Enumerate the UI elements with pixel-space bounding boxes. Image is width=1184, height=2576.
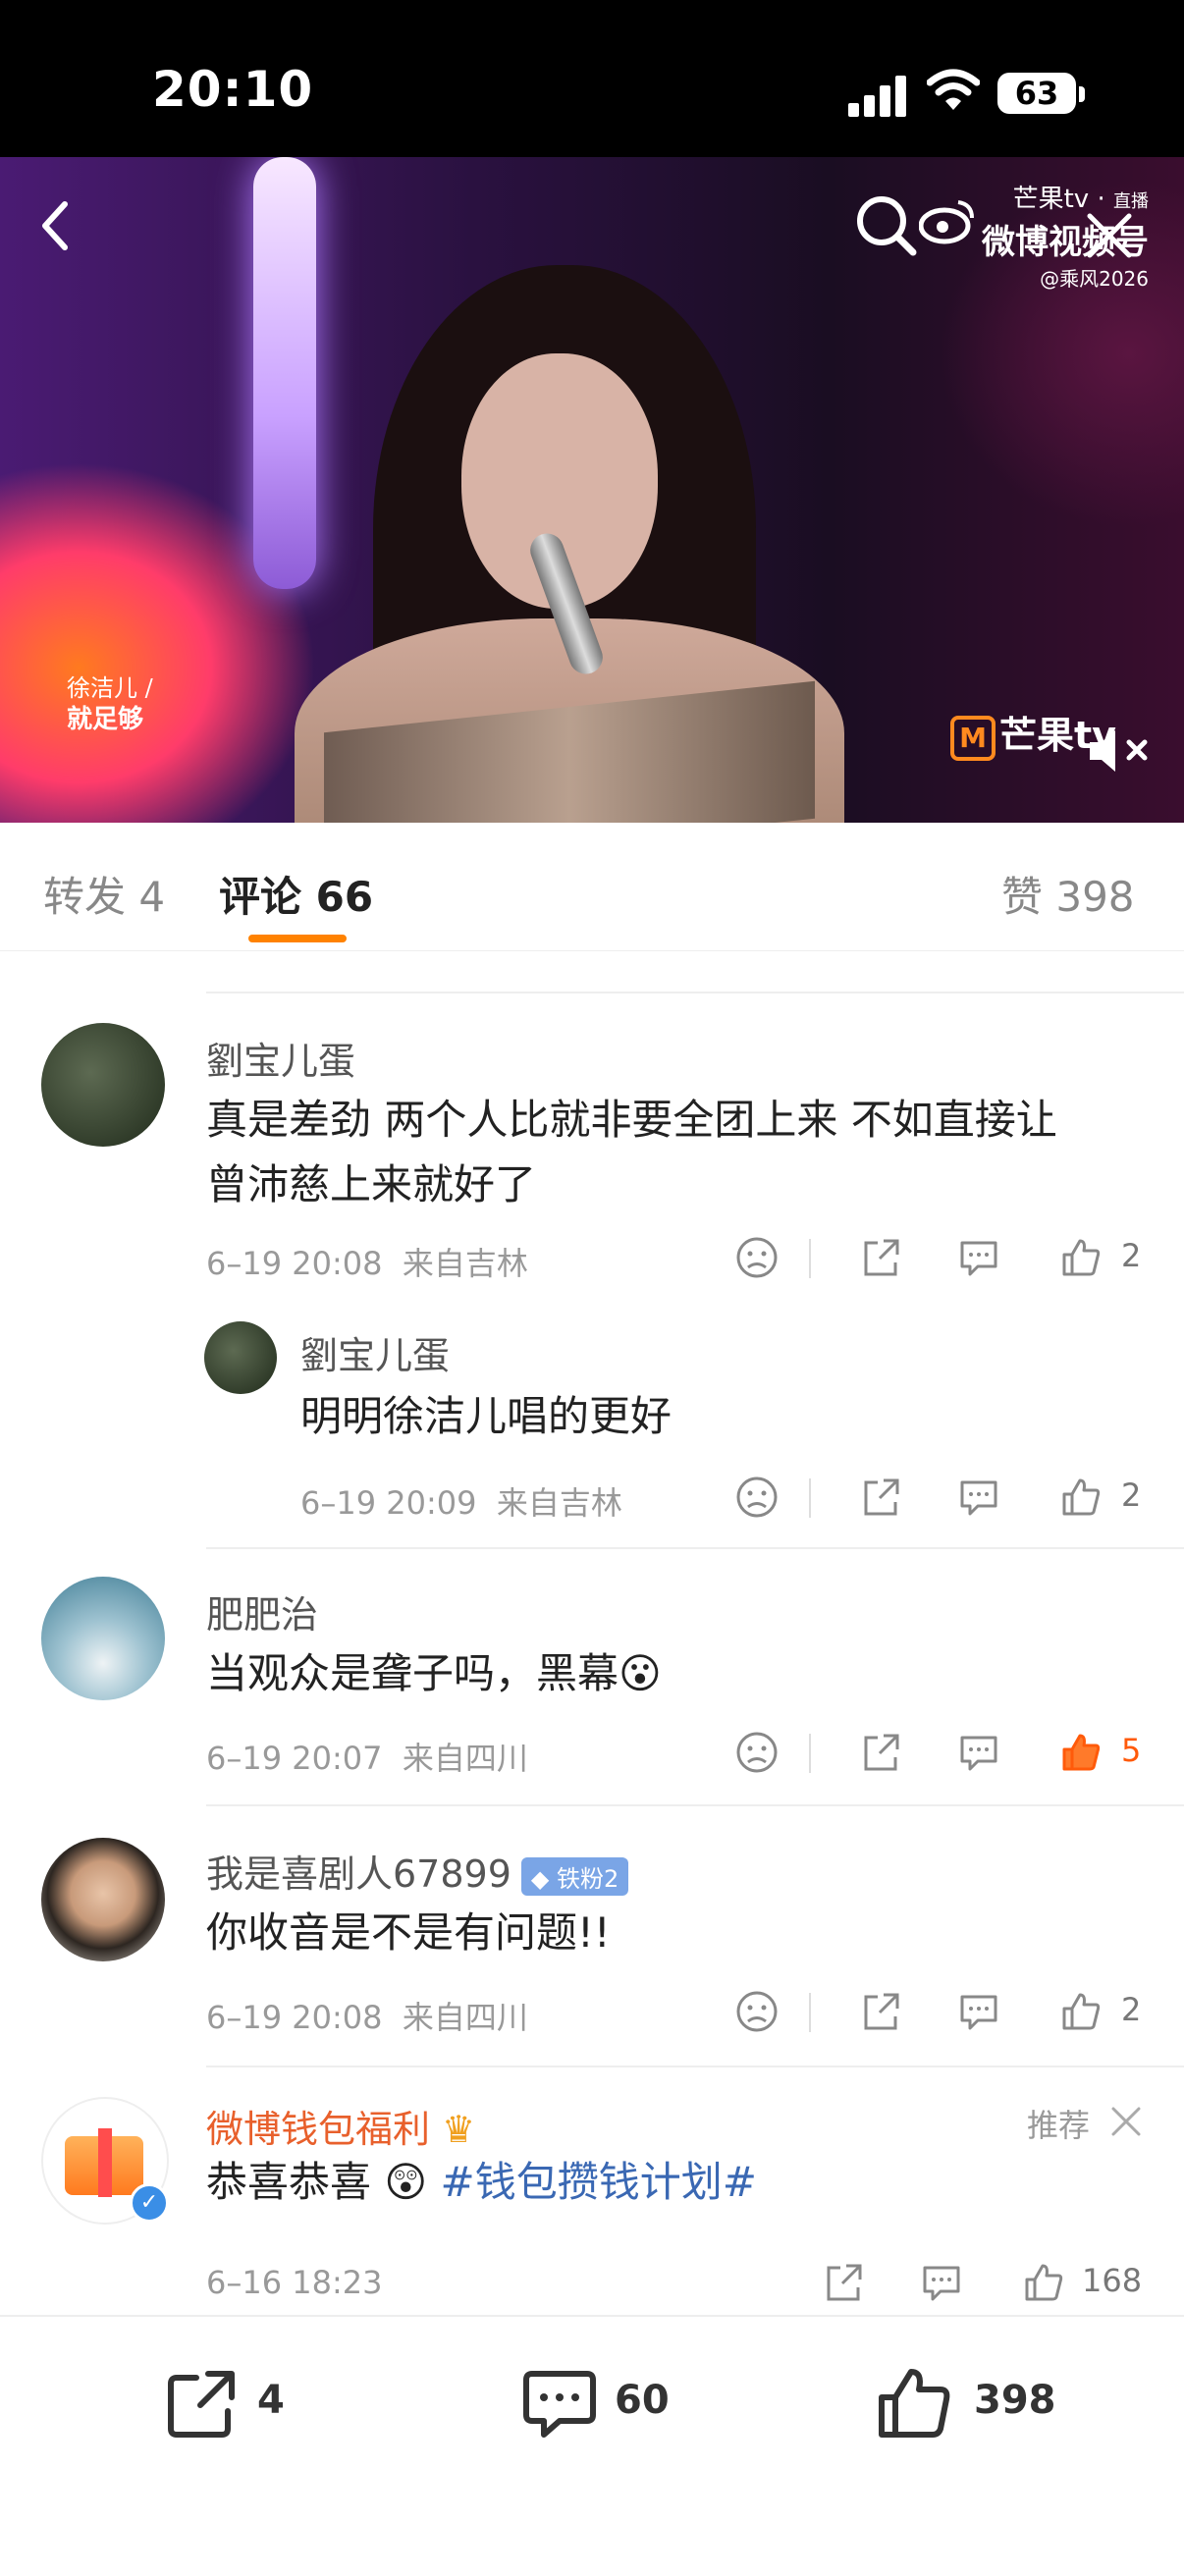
liked-icon[interactable]: [1058, 1730, 1103, 1775]
comment-meta: 6–19 20:08 来自吉林: [206, 1245, 528, 1282]
weibo-logo-icon: [919, 200, 974, 244]
comment-meta: 6–19 20:08 来自四川: [206, 1999, 528, 2036]
like-count: 2: [1121, 1476, 1142, 1514]
comment-username[interactable]: 肥肥治: [206, 1584, 318, 1638]
repost-button[interactable]: 4: [163, 2364, 320, 2442]
like-icon[interactable]: [1058, 1235, 1103, 1280]
comment-text: 当观众是聋子吗，黑幕😮: [206, 1649, 662, 1697]
like-icon[interactable]: [1058, 1989, 1103, 2034]
divider: [206, 1547, 1184, 1549]
share-icon[interactable]: [858, 1475, 903, 1520]
dislike-face-icon[interactable]: [734, 1730, 780, 1775]
status-bar: 20:10 63: [0, 0, 1184, 157]
battery-icon: 63: [997, 73, 1076, 114]
bottom-action-bar: 4 60 398: [0, 2315, 1184, 2576]
like-button[interactable]: 398: [876, 2364, 1072, 2442]
comment-actions: 2: [734, 1475, 1147, 1524]
verified-icon: ✓: [130, 2183, 169, 2223]
surprised-emoji-icon: 😲: [384, 2158, 428, 2206]
comment-username[interactable]: 微博钱包福利 ♛: [206, 2099, 475, 2153]
tab-likes[interactable]: 赞 398: [1001, 864, 1135, 924]
divider: [206, 992, 1184, 993]
emoji: 😮: [619, 1649, 662, 1697]
hashtag-link[interactable]: #钱包攒钱计划#: [441, 2158, 757, 2206]
avatar[interactable]: [204, 1321, 277, 1394]
wifi-icon: [927, 69, 980, 110]
mango-logo-icon: M: [950, 715, 996, 761]
comment-icon[interactable]: [956, 1475, 1001, 1520]
like-count: 168: [1082, 2262, 1143, 2299]
action-separator: [809, 1734, 811, 1773]
action-separator: [809, 1239, 811, 1278]
dislike-face-icon[interactable]: [734, 1475, 780, 1520]
gift-ribbon: [98, 2128, 112, 2197]
status-time: 20:10: [152, 61, 314, 118]
comment-meta: 6–19 20:09 来自吉林: [300, 1484, 622, 1522]
fan-badge[interactable]: ◆ 铁粉2: [520, 1857, 629, 1896]
repost-count: 4: [257, 2378, 285, 2423]
comment-actions: 168: [821, 2260, 1155, 2309]
comment-text: 恭喜恭喜 😲 #钱包攒钱计划#: [206, 2158, 757, 2206]
comment-text: 你收音是不是有问题!!: [206, 1908, 611, 1957]
comment-icon: [523, 2371, 596, 2438]
comment-username[interactable]: 劉宝儿蛋: [206, 1031, 355, 1085]
comment-count: 60: [615, 2378, 670, 2423]
share-icon[interactable]: [858, 1730, 903, 1775]
comment-text: 真是差劲 两个人比就非要全团上来 不如直接让 曾沛慈上来就好了: [206, 1096, 1057, 1208]
crown-icon: ♛: [430, 2108, 476, 2151]
share-icon[interactable]: [858, 1989, 903, 2034]
like-icon: [879, 2369, 950, 2438]
comment-icon[interactable]: [956, 1989, 1001, 2034]
stage-light: [253, 157, 316, 589]
active-tab-indicator: [248, 935, 347, 942]
recommend-label: 推荐: [1027, 2107, 1091, 2144]
share-icon[interactable]: [821, 2260, 866, 2305]
avatar[interactable]: [41, 1023, 165, 1147]
like-count: 2: [1121, 1991, 1142, 2028]
search-icon[interactable]: [852, 191, 921, 260]
cellular-signal-icon: [848, 74, 907, 117]
comment-meta: 6–19 20:07 来自四川: [206, 1740, 528, 1777]
dislike-face-icon[interactable]: [734, 1235, 780, 1280]
comment-meta: 6–16 18:23: [206, 2264, 383, 2301]
video-player[interactable]: 芒果tv · 直播 微博视频号 @乘风2026 徐洁儿 / 就足够 M 芒果tv: [0, 157, 1184, 823]
like-icon[interactable]: [1058, 1475, 1103, 1520]
tab-repost[interactable]: 转发 4: [43, 864, 165, 924]
action-separator: [809, 1478, 811, 1518]
tab-comments[interactable]: 评论 66: [219, 864, 373, 924]
battery-tip: [1079, 86, 1085, 102]
back-chevron-icon[interactable]: [29, 196, 88, 255]
avatar[interactable]: [41, 1838, 165, 1961]
close-icon[interactable]: [1080, 206, 1139, 265]
divider: [206, 1804, 1184, 1806]
mute-icon[interactable]: [1086, 726, 1155, 776]
avatar[interactable]: [41, 1577, 165, 1700]
comment-button[interactable]: 60: [520, 2364, 697, 2442]
comment-icon[interactable]: [956, 1235, 1001, 1280]
like-count: 2: [1121, 1237, 1142, 1274]
like-icon[interactable]: [1021, 2260, 1066, 2305]
comment-text: 明明徐洁儿唱的更好: [300, 1392, 673, 1440]
action-separator: [809, 1993, 811, 2032]
tab-bar: 转发 4 评论 66 赞 398: [0, 823, 1184, 951]
dislike-face-icon[interactable]: [734, 1989, 780, 2034]
comment-icon[interactable]: [919, 2260, 964, 2305]
comment-icon[interactable]: [956, 1730, 1001, 1775]
song-caption: 徐洁儿 / 就足够: [67, 674, 153, 734]
like-count: 5: [1121, 1732, 1142, 1769]
share-icon: [168, 2371, 235, 2438]
comment-actions: 2: [734, 1989, 1147, 2038]
comment-actions: 5: [734, 1730, 1147, 1779]
share-icon[interactable]: [858, 1235, 903, 1280]
comment-username[interactable]: 劉宝儿蛋: [300, 1325, 450, 1379]
close-icon[interactable]: [1109, 2105, 1143, 2138]
comment-username[interactable]: 我是喜剧人67899 ◆ 铁粉2: [206, 1844, 629, 1898]
comment-actions: 2: [734, 1235, 1147, 1284]
like-count: 398: [974, 2378, 1056, 2423]
divider: [206, 2066, 1184, 2067]
